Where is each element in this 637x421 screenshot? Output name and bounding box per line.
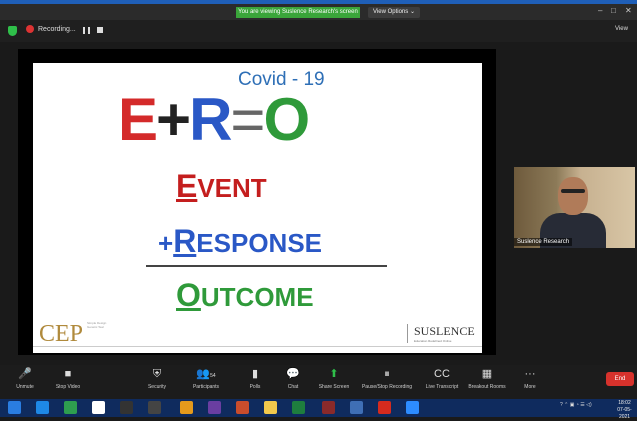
share-screen-button[interactable]: ⬆ Share Screen xyxy=(314,367,354,390)
app-icon[interactable] xyxy=(350,401,363,414)
screen-share-banner: You are viewing Suslence Research's scre… xyxy=(236,7,360,18)
close-button[interactable]: ✕ xyxy=(625,6,632,15)
chrome-icon[interactable] xyxy=(180,401,193,414)
video-camera-icon: ■ xyxy=(64,368,72,380)
view-options-button[interactable]: View Options ⌄ xyxy=(368,7,420,18)
recording-label: Recording... xyxy=(38,26,76,33)
zoom-app-icon[interactable] xyxy=(406,401,419,414)
meeting-status-row xyxy=(0,20,637,42)
title-accent-strip xyxy=(0,0,637,4)
slide-footer-line xyxy=(33,346,482,347)
camera-app-icon[interactable] xyxy=(120,401,133,414)
hp-app-icon[interactable] xyxy=(148,401,161,414)
pause-icon: ⏸ xyxy=(384,368,390,380)
participant-face xyxy=(558,177,588,215)
slide-word-event: EVENT xyxy=(176,168,267,204)
polls-button[interactable]: ▮ Polls xyxy=(242,367,268,390)
pause-recording-icon[interactable] xyxy=(83,27,91,34)
ellipsis-icon: ··· xyxy=(524,368,536,380)
chat-button[interactable]: 💬 Chat xyxy=(280,367,306,390)
store-icon[interactable] xyxy=(64,401,77,414)
home-icon[interactable] xyxy=(92,401,105,414)
slide-word-outcome: OUTCOME xyxy=(176,277,314,313)
record-dot-icon xyxy=(26,25,34,34)
taskbar-clock[interactable]: 18:02 07-05-2021 xyxy=(612,400,637,421)
excel-icon[interactable] xyxy=(292,401,305,414)
breakout-rooms-button[interactable]: ▦ Breakout Rooms xyxy=(464,367,510,390)
cep-logo: CEP xyxy=(39,321,84,347)
shield-icon: ⛨ xyxy=(152,368,162,380)
paint-app-icon[interactable] xyxy=(236,401,249,414)
closed-caption-icon: CC xyxy=(434,368,450,380)
slide-word-response: +RESPONSE xyxy=(158,223,323,259)
participants-icon: 👥54 xyxy=(196,368,216,380)
end-meeting-button[interactable]: End xyxy=(606,372,634,386)
maximize-button[interactable]: □ xyxy=(611,6,616,15)
stop-video-button[interactable]: ■ Stop Video xyxy=(50,367,86,390)
breakout-rooms-icon: ▦ xyxy=(481,368,493,380)
system-tray[interactable]: ? ⌃ ▣ ◔ ☰ ◁) xyxy=(560,402,592,408)
file-explorer-icon[interactable] xyxy=(264,401,277,414)
stop-recording-icon[interactable] xyxy=(97,27,103,33)
minimize-button[interactable]: – xyxy=(598,6,602,15)
microphone-muted-icon: 🎤 xyxy=(18,368,32,380)
suslence-logo: SUSLENCE Education Redefined Online xyxy=(407,324,488,343)
bar-chart-icon: ▮ xyxy=(251,368,259,380)
pdf-reader-icon[interactable] xyxy=(378,401,391,414)
edge-browser-icon[interactable] xyxy=(36,401,49,414)
slide-equation: E+R=O xyxy=(118,86,310,153)
live-transcript-button[interactable]: CC Live Transcript xyxy=(420,367,464,390)
view-button[interactable]: View xyxy=(615,26,628,32)
security-shield-icon[interactable] xyxy=(8,26,17,36)
cep-logo-subtext: Simple Design Genetic Teal xyxy=(87,321,107,329)
participants-button[interactable]: 👥54 Participants xyxy=(186,367,226,390)
media-app-icon[interactable] xyxy=(322,401,335,414)
pause-stop-recording-button[interactable]: ⏸ Pause/Stop Recording xyxy=(358,367,416,390)
more-button[interactable]: ··· More xyxy=(518,367,542,390)
photos-app-icon[interactable] xyxy=(208,401,221,414)
participant-name-label: Suslence Research xyxy=(514,238,573,246)
unmute-button[interactable]: 🎤 Unmute xyxy=(10,367,40,390)
presentation-slide: Covid - 19 E+R=O EVENT +RESPONSE OUTCOME… xyxy=(33,63,482,353)
security-button[interactable]: ⛨ Security xyxy=(142,367,172,390)
share-screen-icon: ⬆ xyxy=(329,368,339,380)
participant-glasses xyxy=(561,189,585,193)
slide-divider xyxy=(146,265,387,267)
chat-bubble-icon: 💬 xyxy=(286,368,300,380)
windows-start-icon[interactable] xyxy=(8,401,21,414)
participant-video-tile[interactable]: Suslence Research xyxy=(514,167,635,248)
recording-indicator: Recording... xyxy=(26,24,76,36)
